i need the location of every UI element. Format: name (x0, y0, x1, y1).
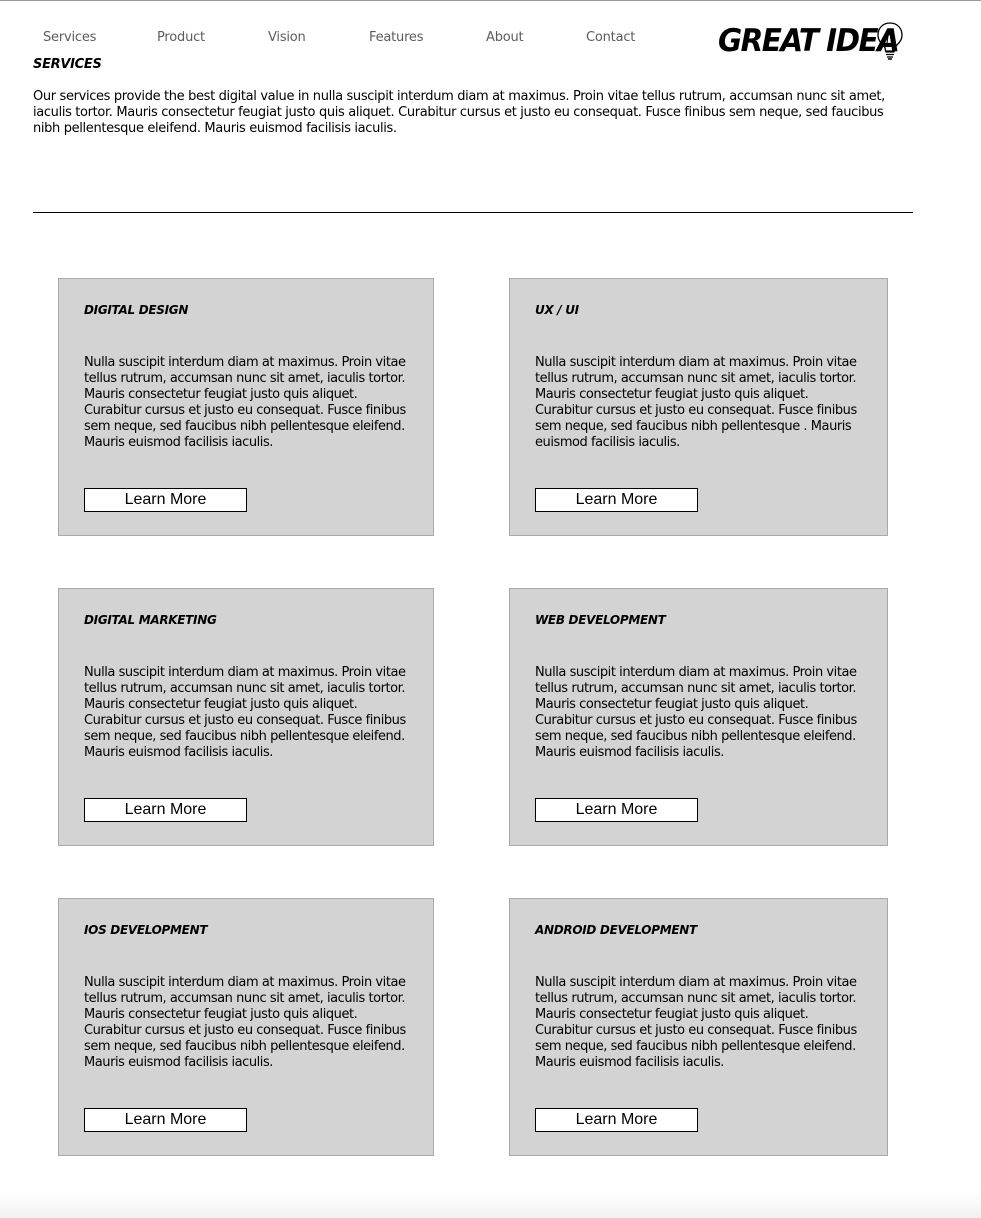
lightbulb-icon (876, 21, 904, 65)
learn-more-button[interactable]: Learn More (535, 798, 698, 822)
card-title: UX / UI (535, 303, 579, 317)
service-card-web-development: WEB DEVELOPMENT Nulla suscipit interdum … (509, 588, 888, 846)
card-body: Nulla suscipit interdum diam at maximus.… (84, 665, 406, 760)
nav-item-about[interactable]: About (486, 30, 524, 45)
logo[interactable]: GREAT IDEA (718, 20, 908, 62)
services-heading: SERVICES (33, 57, 102, 72)
nav-item-product[interactable]: Product (157, 30, 205, 45)
main-nav: Services Product Vision Features About C… (0, 30, 700, 50)
service-card-digital-marketing: DIGITAL MARKETING Nulla suscipit interdu… (58, 588, 434, 846)
card-title: IOS DEVELOPMENT (84, 923, 208, 937)
card-title: ANDROID DEVELOPMENT (535, 923, 697, 937)
nav-item-vision[interactable]: Vision (268, 30, 306, 45)
card-body: Nulla suscipit interdum diam at maximus.… (84, 355, 406, 450)
section-divider (33, 212, 913, 213)
card-title: DIGITAL MARKETING (84, 613, 217, 627)
service-card-ux-ui: UX / UI Nulla suscipit interdum diam at … (509, 278, 888, 536)
learn-more-button[interactable]: Learn More (84, 1108, 247, 1132)
card-body: Nulla suscipit interdum diam at maximus.… (84, 975, 406, 1070)
service-card-digital-design: DIGITAL DESIGN Nulla suscipit interdum d… (58, 278, 434, 536)
card-title: DIGITAL DESIGN (84, 303, 189, 317)
nav-item-features[interactable]: Features (369, 30, 424, 45)
nav-item-services[interactable]: Services (43, 30, 96, 45)
service-card-ios-development: IOS DEVELOPMENT Nulla suscipit interdum … (58, 898, 434, 1156)
learn-more-button[interactable]: Learn More (84, 798, 247, 822)
card-body: Nulla suscipit interdum diam at maximus.… (535, 975, 857, 1070)
top-border (0, 0, 981, 1)
page-footer-fade (0, 1190, 981, 1218)
services-intro: Our services provide the best digital va… (33, 89, 885, 136)
logo-text: GREAT IDEA (718, 23, 900, 59)
learn-more-button[interactable]: Learn More (535, 1108, 698, 1132)
service-card-android-development: ANDROID DEVELOPMENT Nulla suscipit inter… (509, 898, 888, 1156)
learn-more-button[interactable]: Learn More (84, 488, 247, 512)
card-body: Nulla suscipit interdum diam at maximus.… (535, 665, 857, 760)
learn-more-button[interactable]: Learn More (535, 488, 698, 512)
card-title: WEB DEVELOPMENT (535, 613, 666, 627)
card-body: Nulla suscipit interdum diam at maximus.… (535, 355, 857, 450)
nav-item-contact[interactable]: Contact (586, 30, 635, 45)
